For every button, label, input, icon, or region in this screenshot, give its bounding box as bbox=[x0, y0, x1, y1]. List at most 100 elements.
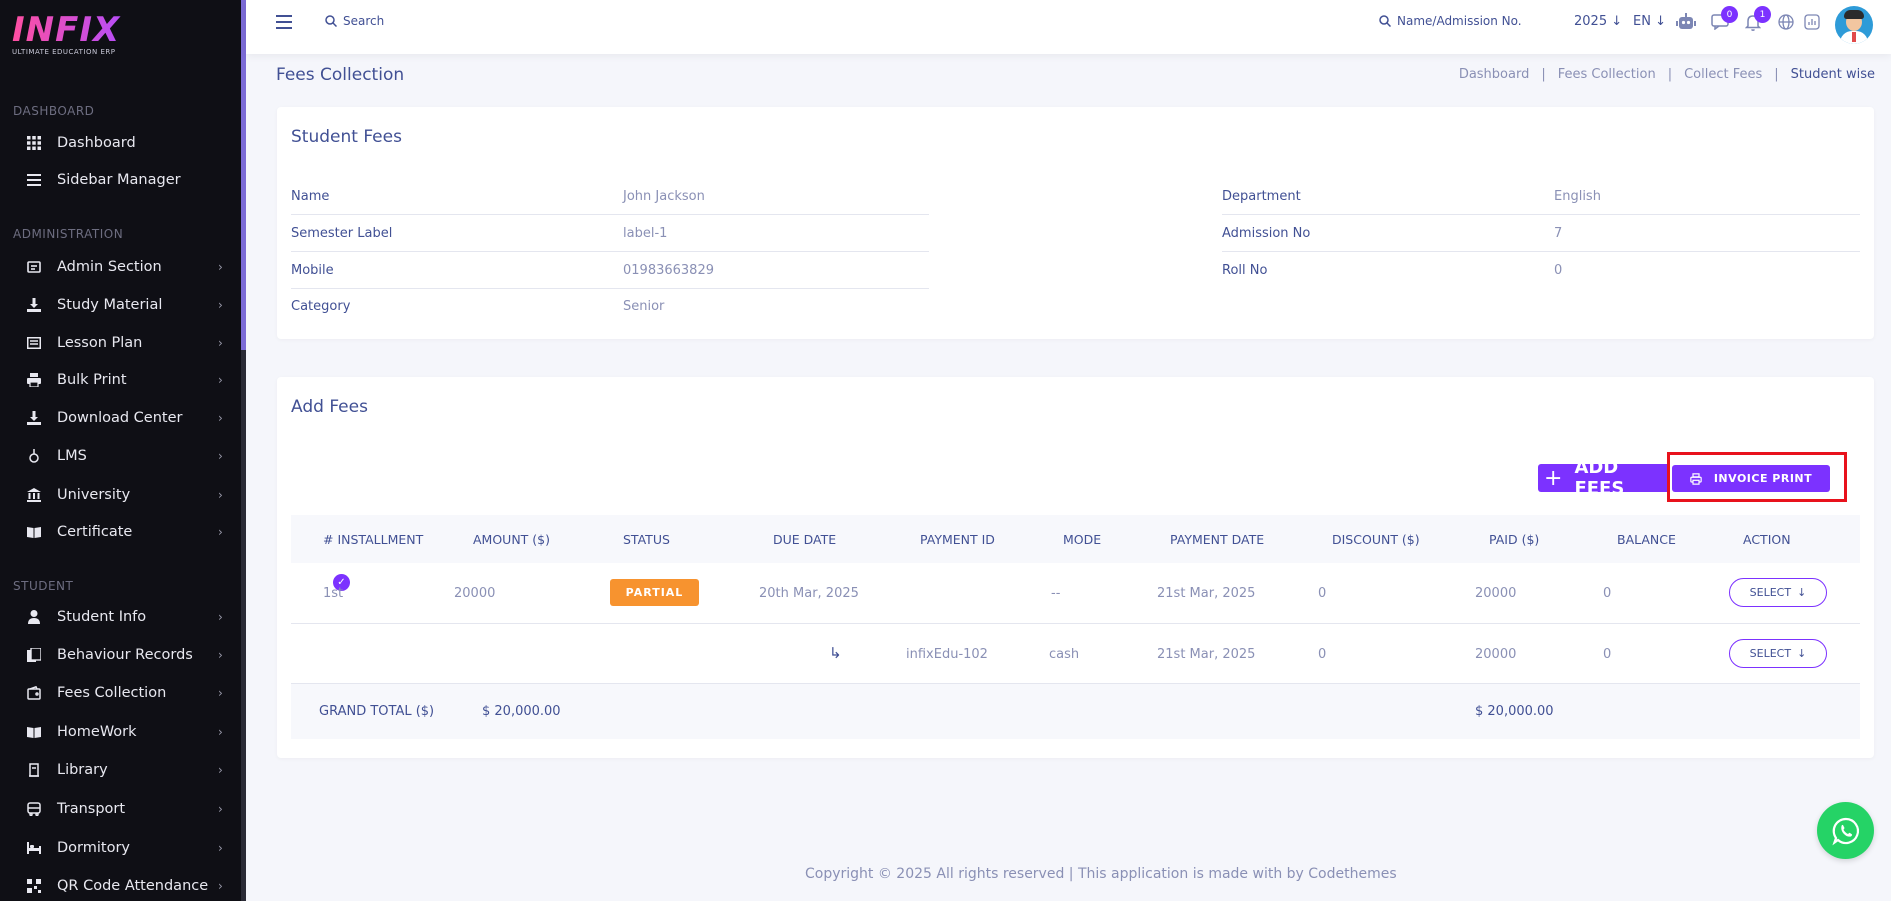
admin-icon bbox=[26, 259, 42, 275]
sidebar-item-fees-collection[interactable]: Fees Collection › bbox=[0, 676, 240, 710]
chevron-right-icon: › bbox=[218, 841, 223, 855]
info-row-name: Name John Jackson bbox=[291, 179, 929, 215]
sidebar-item-label: Lesson Plan bbox=[57, 335, 143, 351]
col-amount: AMOUNT ($) bbox=[473, 532, 550, 547]
breadcrumb-separator: | bbox=[1774, 67, 1779, 82]
sidebar-item-lms[interactable]: LMS › bbox=[0, 439, 240, 473]
arrow-down-icon: ↓ bbox=[1611, 14, 1623, 29]
section-title-dashboard: DASHBOARD bbox=[13, 104, 95, 118]
sidebar-item-label: LMS bbox=[57, 448, 87, 464]
cell-mode: -- bbox=[1051, 586, 1061, 601]
select-button[interactable]: SELECT ↓ bbox=[1729, 639, 1827, 668]
select-label: SELECT bbox=[1749, 647, 1792, 660]
fees-table-header: # INSTALLMENT AMOUNT ($) STATUS DUE DATE… bbox=[291, 515, 1860, 563]
language-selector[interactable]: EN ↓ bbox=[1633, 14, 1666, 29]
language-value: EN bbox=[1633, 14, 1651, 29]
globe-icon[interactable] bbox=[1776, 12, 1796, 32]
sidebar-item-university[interactable]: University › bbox=[0, 478, 240, 512]
add-fees-label: ADD FEES bbox=[1574, 457, 1625, 499]
chart-icon[interactable] bbox=[1802, 12, 1822, 32]
arrow-down-icon: ↓ bbox=[1797, 647, 1807, 660]
select-button[interactable]: SELECT ↓ bbox=[1729, 578, 1827, 607]
sidebar-item-admin-section[interactable]: Admin Section › bbox=[0, 250, 240, 284]
student-search[interactable]: Name/Admission No. bbox=[1379, 14, 1522, 28]
cell-balance: 0 bbox=[1603, 586, 1612, 601]
sidebar-item-transport[interactable]: Transport › bbox=[0, 792, 240, 826]
sidebar-item-homework[interactable]: HomeWork › bbox=[0, 715, 240, 749]
chevron-right-icon: › bbox=[218, 525, 223, 539]
sidebar-item-download-center[interactable]: Download Center › bbox=[0, 401, 240, 435]
chevron-right-icon: › bbox=[218, 686, 223, 700]
breadcrumb-item-collect-fees[interactable]: Collect Fees bbox=[1684, 67, 1762, 82]
breadcrumb: Dashboard | Fees Collection | Collect Fe… bbox=[1459, 67, 1875, 82]
search-icon bbox=[1379, 15, 1391, 27]
breadcrumb-item-fees-collection[interactable]: Fees Collection bbox=[1558, 67, 1656, 82]
sidebar-item-label: University bbox=[57, 487, 131, 503]
info-key: Semester Label bbox=[291, 226, 393, 241]
sidebar-item-label: Admin Section bbox=[57, 259, 162, 275]
cell-mode: cash bbox=[1049, 647, 1080, 662]
messages-icon[interactable]: 0 bbox=[1710, 6, 1738, 32]
user-avatar[interactable] bbox=[1835, 6, 1873, 44]
info-key: Name bbox=[291, 189, 330, 204]
sidebar-item-behaviour-records[interactable]: Behaviour Records › bbox=[0, 638, 240, 672]
chevron-right-icon: › bbox=[218, 725, 223, 739]
arrow-down-icon: ↓ bbox=[1797, 586, 1807, 599]
print-icon bbox=[26, 372, 42, 388]
col-payment-id: PAYMENT ID bbox=[920, 532, 995, 547]
info-key: Mobile bbox=[291, 263, 334, 278]
sidebar-item-study-material[interactable]: Study Material › bbox=[0, 288, 240, 322]
chevron-right-icon: › bbox=[218, 488, 223, 502]
info-row-category: Category Senior bbox=[291, 289, 929, 325]
sidebar-item-dormitory[interactable]: Dormitory › bbox=[0, 831, 240, 865]
sidebar-item-student-info[interactable]: Student Info › bbox=[0, 600, 240, 634]
app-logo[interactable]: INFIX ULTIMATE EDUCATION ERP bbox=[12, 12, 132, 62]
notifications-badge: 1 bbox=[1754, 6, 1771, 23]
grand-total-label: GRAND TOTAL ($) bbox=[319, 704, 435, 719]
download-icon bbox=[26, 297, 42, 313]
status-badge: PARTIAL bbox=[610, 579, 699, 606]
info-value: Senior bbox=[623, 299, 665, 314]
highlight-box bbox=[1667, 452, 1847, 502]
grand-total-amount: $ 20,000.00 bbox=[482, 704, 561, 719]
sidebar-item-sidebar-manager[interactable]: Sidebar Manager bbox=[0, 163, 240, 197]
university-icon bbox=[26, 487, 42, 503]
whatsapp-button[interactable] bbox=[1817, 802, 1874, 859]
add-fees-title: Add Fees bbox=[291, 397, 368, 417]
section-title-student: STUDENT bbox=[13, 579, 74, 593]
sidebar-item-library[interactable]: Library › bbox=[0, 753, 240, 787]
robot-icon[interactable] bbox=[1676, 12, 1696, 32]
sidebar-item-bulk-print[interactable]: Bulk Print › bbox=[0, 363, 240, 397]
sidebar-item-label: Transport bbox=[57, 801, 126, 817]
bus-icon bbox=[26, 801, 42, 817]
hamburger-menu-icon[interactable] bbox=[276, 15, 292, 29]
cell-paid: 20000 bbox=[1475, 586, 1517, 601]
add-fees-button[interactable]: + ADD FEES bbox=[1538, 457, 1670, 499]
cell-discount: 0 bbox=[1318, 586, 1327, 601]
info-value: 0 bbox=[1554, 263, 1563, 278]
book-icon bbox=[26, 524, 42, 540]
notifications-icon[interactable]: 1 bbox=[1743, 6, 1771, 32]
cell-amount: 20000 bbox=[454, 586, 496, 601]
sidebar-item-certificate[interactable]: Certificate › bbox=[0, 515, 240, 549]
year-selector[interactable]: 2025 ↓ bbox=[1574, 14, 1622, 29]
global-search[interactable]: Search bbox=[325, 14, 384, 28]
chevron-right-icon: › bbox=[218, 336, 223, 350]
footer-copyright: Copyright © 2025 All rights reserved | T… bbox=[805, 866, 1397, 882]
student-fees-title: Student Fees bbox=[291, 127, 402, 147]
chevron-right-icon: › bbox=[218, 763, 223, 777]
info-row-department: Department English bbox=[1222, 179, 1860, 215]
sidebar-item-label: Library bbox=[57, 762, 108, 778]
cell-payment-id: infixEdu-102 bbox=[906, 647, 988, 662]
search-icon bbox=[325, 15, 337, 27]
download-icon bbox=[26, 410, 42, 426]
breadcrumb-item-dashboard[interactable]: Dashboard bbox=[1459, 67, 1530, 82]
page-title: Fees Collection bbox=[276, 65, 405, 85]
sidebar-item-qr-code-attendance[interactable]: QR Code Attendance › bbox=[0, 869, 240, 901]
sidebar-scrollbar[interactable] bbox=[241, 0, 246, 901]
grand-total-row: GRAND TOTAL ($) $ 20,000.00 $ 20,000.00 bbox=[291, 684, 1860, 739]
col-due-date: DUE DATE bbox=[773, 532, 837, 547]
sidebar-item-lesson-plan[interactable]: Lesson Plan › bbox=[0, 326, 240, 360]
sidebar-item-dashboard[interactable]: Dashboard bbox=[0, 126, 240, 160]
sidebar-item-label: Behaviour Records bbox=[57, 647, 193, 663]
